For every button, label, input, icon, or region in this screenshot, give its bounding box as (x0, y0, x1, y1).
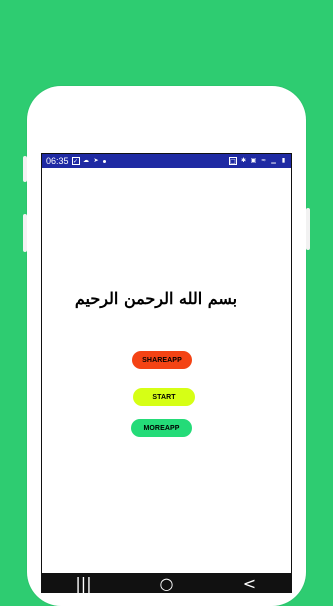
phone-status-icon: □ (229, 157, 237, 165)
battery-icon: ▮ (281, 157, 286, 164)
navigation-bar: ||| ○ < (42, 573, 291, 593)
bluetooth-icon: ✱ (240, 157, 247, 164)
wifi-icon: ≈ (260, 157, 267, 164)
status-left: 06:35 ✓ ☁ ➤ (46, 156, 106, 166)
status-time: 06:35 (46, 156, 69, 166)
home-button[interactable]: ○ (152, 573, 182, 593)
recent-apps-icon: ||| (75, 573, 92, 593)
back-icon: < (242, 573, 257, 593)
message-icon: ✓ (71, 157, 80, 165)
recent-apps-button[interactable]: ||| (69, 573, 99, 593)
side-button-right (306, 208, 310, 250)
send-icon: ➤ (93, 157, 99, 164)
phone-screen: 06:35 ✓ ☁ ➤ □ ✱ ▣ ≈ ▁ ▮ بسم الله الرحمن … (41, 153, 292, 593)
signal-icon: ▁ (271, 157, 276, 164)
side-button-left-bottom (23, 214, 27, 252)
home-icon: ○ (159, 573, 174, 593)
back-button[interactable]: < (235, 573, 265, 593)
cloud-icon: ☁ (83, 157, 90, 164)
main-content: بسم الله الرحمن الرحيم SHAREAPP START MO… (42, 168, 291, 573)
side-button-left-top (23, 156, 27, 182)
vibrate-icon: ▣ (250, 157, 257, 164)
bismillah-text: بسم الله الرحمن الرحيم (74, 289, 238, 308)
status-bar: 06:35 ✓ ☁ ➤ □ ✱ ▣ ≈ ▁ ▮ (42, 154, 291, 168)
start-button[interactable]: START (133, 388, 195, 406)
dot-icon (102, 159, 106, 163)
share-app-button[interactable]: SHAREAPP (132, 351, 192, 369)
status-right: □ ✱ ▣ ≈ ▁ ▮ (229, 157, 287, 165)
more-app-button[interactable]: MOREAPP (131, 419, 192, 437)
